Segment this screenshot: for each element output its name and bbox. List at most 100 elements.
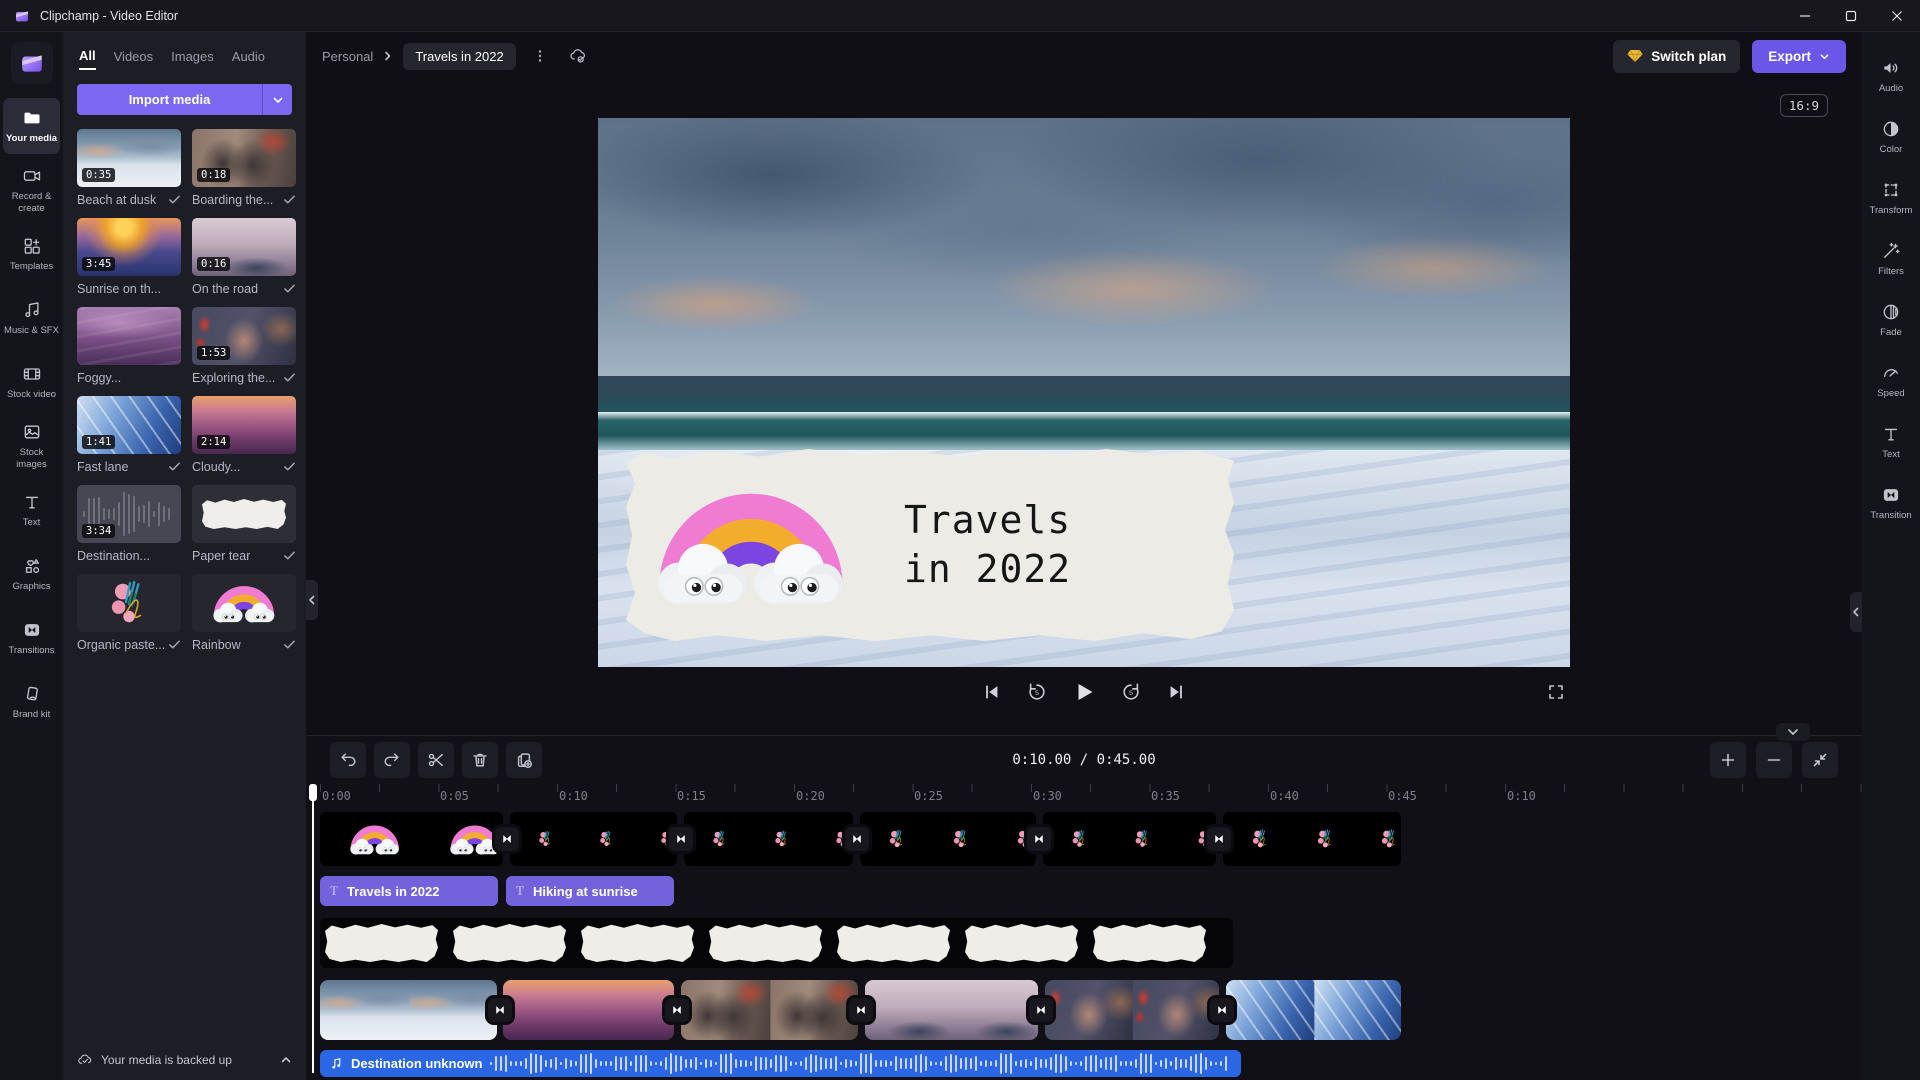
- expand-properties-handle[interactable]: [1850, 592, 1862, 632]
- transition-marker[interactable]: [1204, 824, 1234, 854]
- clip-scribble-graphic[interactable]: [510, 812, 677, 866]
- media-thumbnail[interactable]: 0:16: [192, 218, 296, 276]
- media-thumbnail[interactable]: 0:35: [77, 129, 181, 187]
- panel-item-transform[interactable]: Transform: [1865, 172, 1917, 224]
- panel-item-color[interactable]: Color: [1865, 111, 1917, 163]
- media-thumbnail[interactable]: 1:41: [77, 396, 181, 454]
- media-item-organic-pastel[interactable]: Organic paste...: [77, 574, 181, 653]
- transition-marker[interactable]: [842, 824, 872, 854]
- export-button[interactable]: Export: [1752, 40, 1846, 73]
- transition-marker[interactable]: [485, 995, 515, 1025]
- maximize-button[interactable]: [1828, 0, 1874, 32]
- transition-marker[interactable]: [846, 995, 876, 1025]
- transition-marker[interactable]: [1024, 824, 1054, 854]
- tab-all[interactable]: All: [79, 48, 96, 70]
- chevron-up-icon[interactable]: [280, 1054, 292, 1066]
- sidebar-item-record-create[interactable]: Record & create: [3, 162, 60, 218]
- title-card-overlay[interactable]: Travels in 2022: [626, 449, 1234, 641]
- transition-marker[interactable]: [666, 824, 696, 854]
- video-clip-boarding[interactable]: [681, 980, 858, 1040]
- media-item-sunrise[interactable]: 3:45 Sunrise on th...: [77, 218, 181, 297]
- audio-clip-destination-unknown[interactable]: Destination unknown: [320, 1050, 1241, 1077]
- clip-paper-tear[interactable]: [320, 918, 1233, 968]
- minimize-button[interactable]: [1782, 0, 1828, 32]
- tab-videos[interactable]: Videos: [114, 49, 154, 69]
- duplicate-button[interactable]: [506, 742, 542, 778]
- undo-button[interactable]: [330, 742, 366, 778]
- play-button[interactable]: [1073, 681, 1095, 703]
- video-clip-cloudy[interactable]: [503, 980, 674, 1040]
- skip-to-start-button[interactable]: [983, 683, 1001, 701]
- media-item-cloudy[interactable]: 2:14 Cloudy...: [192, 396, 296, 475]
- media-item-boarding[interactable]: 0:18 Boarding the...: [192, 129, 296, 208]
- panel-item-speed[interactable]: Speed: [1865, 355, 1917, 407]
- panel-item-transition[interactable]: Transition: [1865, 477, 1917, 529]
- media-item-foggy[interactable]: Foggy...: [77, 307, 181, 386]
- media-item-destination-audio[interactable]: 3:34 Destination...: [77, 485, 181, 564]
- breadcrumb-personal[interactable]: Personal: [322, 49, 373, 64]
- fullscreen-button[interactable]: [1548, 684, 1564, 700]
- media-thumbnail[interactable]: [192, 485, 296, 543]
- media-item-on-the-road[interactable]: 0:16 On the road: [192, 218, 296, 297]
- clip-scribble-graphic[interactable]: [1223, 812, 1401, 866]
- close-button[interactable]: [1874, 0, 1920, 32]
- transition-marker[interactable]: [1207, 995, 1237, 1025]
- cloud-sync-button[interactable]: [564, 42, 592, 70]
- video-preview-stage[interactable]: Travels in 2022: [598, 118, 1570, 667]
- switch-plan-button[interactable]: Switch plan: [1613, 40, 1740, 73]
- transition-marker[interactable]: [1026, 995, 1056, 1025]
- media-thumbnail[interactable]: 0:18: [192, 129, 296, 187]
- sidebar-item-music-sfx[interactable]: Music & SFX: [3, 290, 60, 346]
- video-clip-fast-lane[interactable]: [1226, 980, 1401, 1040]
- panel-item-fade[interactable]: Fade: [1865, 294, 1917, 346]
- text-clip-travels[interactable]: T Travels in 2022: [320, 876, 498, 906]
- media-thumbnail[interactable]: [77, 574, 181, 632]
- text-clip-hiking[interactable]: T Hiking at sunrise: [506, 876, 674, 906]
- sidebar-item-graphics[interactable]: Graphics: [3, 546, 60, 602]
- media-thumbnail[interactable]: 3:45: [77, 218, 181, 276]
- sidebar-item-brand-kit[interactable]: Brand kit: [3, 674, 60, 730]
- aspect-ratio-badge[interactable]: 16:9: [1780, 94, 1828, 117]
- sidebar-item-stock-images[interactable]: Stock images: [3, 418, 60, 474]
- video-clip-on-the-road[interactable]: [865, 980, 1038, 1040]
- app-logo[interactable]: [11, 42, 53, 84]
- fit-timeline-button[interactable]: [1802, 742, 1838, 778]
- transition-marker[interactable]: [492, 824, 522, 854]
- sidebar-item-your-media[interactable]: Your media: [3, 98, 60, 154]
- media-thumbnail[interactable]: [77, 307, 181, 365]
- media-item-beach-at-dusk[interactable]: 0:35 Beach at dusk: [77, 129, 181, 208]
- video-clip-exploring[interactable]: [1045, 980, 1219, 1040]
- media-item-paper-tear[interactable]: Paper tear: [192, 485, 296, 564]
- panel-item-filters[interactable]: Filters: [1865, 233, 1917, 285]
- zoom-out-button[interactable]: [1756, 742, 1792, 778]
- backup-status[interactable]: Your media is backed up: [63, 1040, 306, 1080]
- skip-to-end-button[interactable]: [1167, 683, 1185, 701]
- panel-item-audio[interactable]: Audio: [1865, 50, 1917, 102]
- rewind-5s-button[interactable]: 5: [1027, 682, 1047, 702]
- clip-scribble-graphic[interactable]: [860, 812, 1036, 866]
- project-menu-button[interactable]: [526, 42, 554, 70]
- playhead[interactable]: [312, 784, 314, 1073]
- import-media-button[interactable]: Import media: [77, 84, 262, 115]
- clip-rainbow-graphic[interactable]: [320, 812, 503, 866]
- sidebar-item-transitions[interactable]: Transitions: [3, 610, 60, 666]
- timeline-ruler[interactable]: 0:00 0:05 0:10 0:15 0:20 0:25 0:30 0:35 …: [313, 784, 1862, 806]
- sidebar-item-templates[interactable]: Templates: [3, 226, 60, 282]
- media-thumbnail[interactable]: [192, 574, 296, 632]
- panel-item-text[interactable]: Text: [1865, 416, 1917, 468]
- clip-scribble-graphic[interactable]: [684, 812, 853, 866]
- media-item-exploring[interactable]: 1:53 Exploring the...: [192, 307, 296, 386]
- import-media-dropdown[interactable]: [262, 84, 292, 115]
- zoom-in-button[interactable]: [1710, 742, 1746, 778]
- media-item-rainbow[interactable]: Rainbow: [192, 574, 296, 653]
- media-thumbnail[interactable]: 3:34: [77, 485, 181, 543]
- delete-button[interactable]: [462, 742, 498, 778]
- clip-scribble-graphic[interactable]: [1043, 812, 1216, 866]
- forward-5s-button[interactable]: 5: [1121, 682, 1141, 702]
- video-clip-beach-at-dusk[interactable]: [320, 980, 497, 1040]
- media-thumbnail[interactable]: 2:14: [192, 396, 296, 454]
- tab-images[interactable]: Images: [171, 49, 214, 69]
- project-title[interactable]: Travels in 2022: [403, 43, 515, 70]
- split-button[interactable]: [418, 742, 454, 778]
- media-item-fast-lane[interactable]: 1:41 Fast lane: [77, 396, 181, 475]
